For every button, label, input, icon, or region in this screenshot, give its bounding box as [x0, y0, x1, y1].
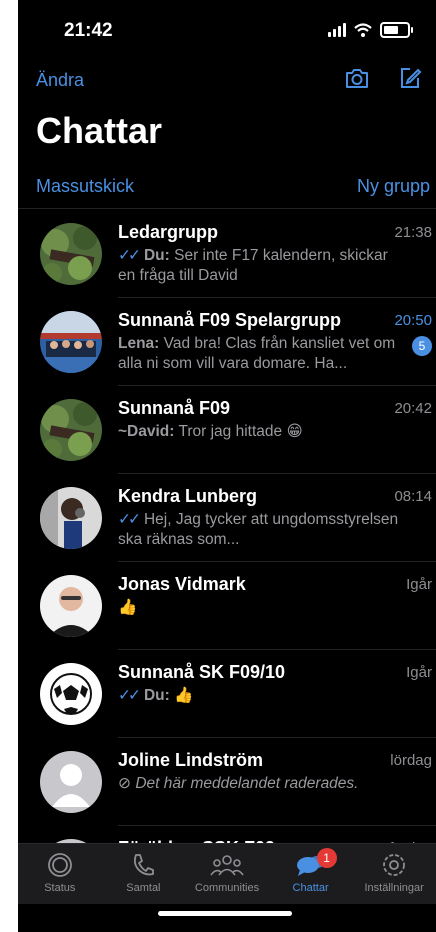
- broadcast-button[interactable]: Massutskick: [36, 176, 134, 197]
- tab-communities[interactable]: Communities: [185, 844, 269, 904]
- phone-icon: [134, 854, 155, 876]
- phone-screen: 21:42 Ändra Chattar Massutskick Ny grupp…: [18, 0, 436, 932]
- chat-row[interactable]: Ledargrupp 21:38 ✓✓ Du: Ser inte F17 kale…: [18, 210, 436, 298]
- double-check-icon: ✓✓: [118, 247, 141, 264]
- status-time: 21:42: [64, 20, 113, 41]
- battery-icon: [380, 22, 413, 38]
- wifi-icon: [354, 23, 372, 37]
- chat-preview: ✓✓ Du: Ser inte F17 kalendern, skickar en…: [118, 247, 388, 284]
- chat-name: Kendra Lunberg: [118, 486, 258, 506]
- double-check-icon: ✓✓: [118, 687, 141, 704]
- chat-row[interactable]: Joline Lindström lördag ⊘ Det här meddel…: [18, 738, 436, 826]
- chat-row[interactable]: Jonas Vidmark Igår 👍: [18, 562, 436, 650]
- chat-name: Sunnanå F09 Spelargrupp: [118, 310, 342, 330]
- unread-badge: 5: [412, 336, 432, 356]
- communities-icon: [210, 855, 244, 876]
- edit-button[interactable]: Ändra: [36, 70, 84, 91]
- avatar: [40, 223, 102, 285]
- status-bar: 21:42: [18, 0, 436, 58]
- new-group-button[interactable]: Ny grupp: [357, 176, 430, 197]
- camera-icon[interactable]: [344, 66, 370, 90]
- chats-badge: 1: [316, 848, 337, 868]
- avatar: [40, 751, 102, 813]
- home-indicator[interactable]: [158, 911, 292, 916]
- tab-status[interactable]: Status: [18, 844, 102, 904]
- tab-settings[interactable]: Inställningar: [352, 844, 436, 904]
- avatar: [40, 663, 102, 725]
- chat-time: 08:14: [394, 488, 432, 505]
- tab-chats[interactable]: Chattar 1: [269, 844, 353, 904]
- avatar: [40, 311, 102, 373]
- status-icon: [47, 853, 72, 877]
- signal-icon: [328, 23, 346, 37]
- chat-time: Igår: [406, 576, 432, 593]
- avatar: [40, 487, 102, 549]
- chat-preview: Lena: Vad bra! Clas från kansliet vet om…: [118, 335, 396, 372]
- chat-time: Igår: [406, 664, 432, 681]
- chat-preview: 👍: [118, 599, 138, 616]
- page-title: Chattar: [36, 110, 163, 151]
- avatar: [40, 575, 102, 637]
- chat-name: Sunnanå F09: [118, 398, 231, 418]
- compose-icon[interactable]: [398, 66, 422, 90]
- chat-name: Sunnanå SK F09/10: [118, 662, 286, 682]
- chat-row[interactable]: Kendra Lunberg 08:14 ✓✓ Hej, Jag tycker a…: [18, 474, 436, 562]
- chat-row[interactable]: Sunnanå SK F09/10 Igår ✓✓ Du: 👍: [18, 650, 436, 738]
- chat-name: Joline Lindström: [118, 750, 264, 770]
- chat-name: Ledargrupp: [118, 222, 219, 242]
- double-check-icon: ✓✓: [118, 511, 141, 528]
- chat-time: 20:42: [394, 400, 432, 417]
- chat-time: lördag: [390, 752, 432, 769]
- chat-time: 20:50: [394, 312, 432, 329]
- chat-row[interactable]: Sunnanå F09 Spelargrupp 20:50 5 Lena: Va…: [18, 298, 436, 386]
- chat-row[interactable]: Sunnanå F09 20:42 ~David: Tror jag hitta…: [18, 386, 436, 474]
- chat-preview: ~David: Tror jag hittade 😁: [118, 423, 303, 440]
- deleted-icon: ⊘: [118, 775, 131, 792]
- chat-preview: ⊘ Det här meddelandet raderades.: [118, 775, 359, 792]
- tab-bar: Status Samtal Communities Chattar 1 Inst…: [18, 843, 436, 904]
- chat-list: Ledargrupp 21:38 ✓✓ Du: Ser inte F17 kale…: [18, 210, 436, 914]
- chat-preview: ✓✓ Hej, Jag tycker att ungdomsstyrelsen s…: [118, 511, 399, 548]
- chat-preview: ✓✓ Du: 👍: [118, 687, 194, 704]
- chat-name: Jonas Vidmark: [118, 574, 246, 594]
- avatar: [40, 399, 102, 461]
- chat-time: 21:38: [394, 224, 432, 241]
- tab-calls[interactable]: Samtal: [102, 844, 186, 904]
- gear-icon: [383, 854, 406, 876]
